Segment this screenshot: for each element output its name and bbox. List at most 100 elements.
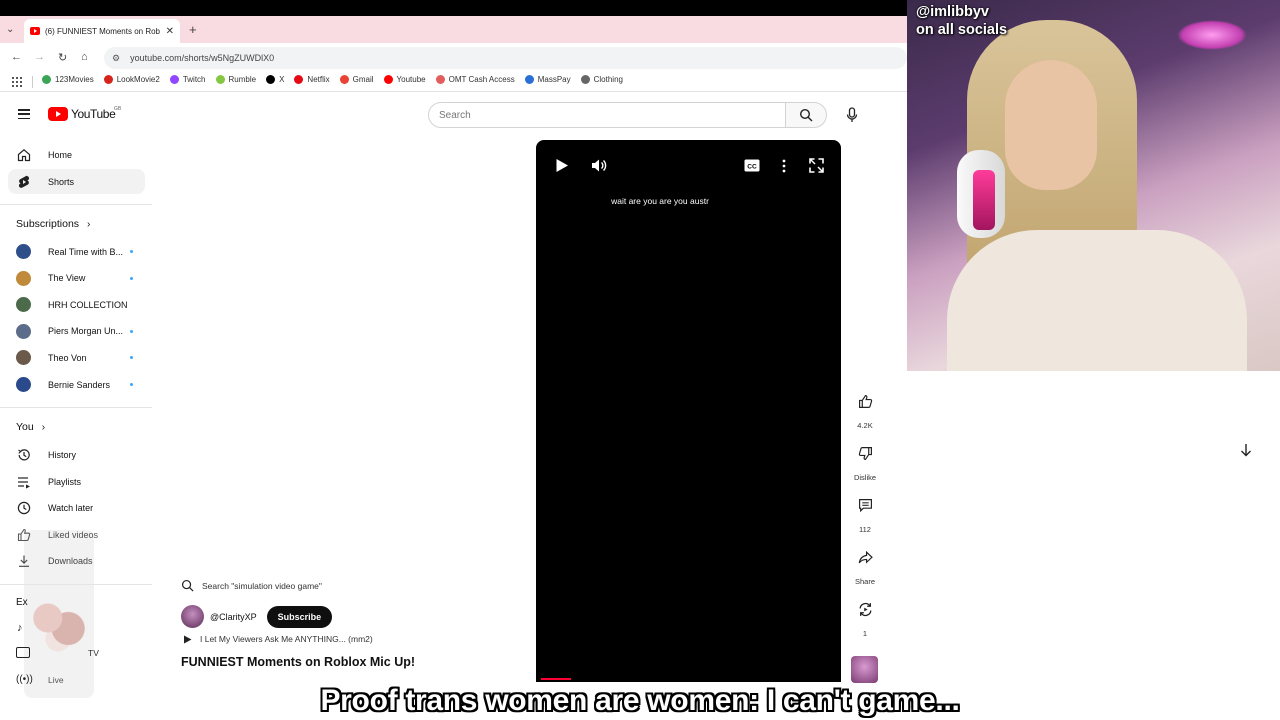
subscription-label: Real Time with B... <box>48 246 124 257</box>
subscription-label: HRH COLLECTION <box>48 299 128 310</box>
chevron-right-icon: › <box>87 218 91 230</box>
you-heading[interactable]: You › <box>16 421 45 433</box>
sidebar-item-playlists[interactable]: Playlists <box>8 469 145 494</box>
back-icon[interactable]: ← <box>11 51 22 63</box>
new-content-dot <box>130 329 133 333</box>
bookmark-item[interactable]: Rumble <box>215 75 256 84</box>
browser-tab-active[interactable]: (6) FUNNIEST Moments on Rob ✕ <box>24 19 180 43</box>
bookmark-item[interactable]: Netflix <box>294 75 330 84</box>
bookmark-item[interactable]: MassPay <box>524 75 571 84</box>
subscription-label: Piers Morgan Un... <box>48 326 124 337</box>
forward-icon[interactable]: → <box>34 51 45 63</box>
new-tab-button[interactable]: + <box>189 22 197 37</box>
captions-button[interactable]: CC <box>744 159 760 177</box>
expand-icon <box>809 158 824 173</box>
url-field[interactable]: ⚙ youtube.com/shorts/w5NgZUWDlX0 <box>104 47 907 69</box>
sidebar-label-shorts: Shorts <box>48 176 75 187</box>
remix-button[interactable] <box>851 595 879 623</box>
playlist-link[interactable]: I Let My Viewers Ask Me ANYTHING... (mm2… <box>183 634 373 644</box>
channel-name[interactable]: @ClarityXP <box>210 612 257 622</box>
sidebar-item-watch-later[interactable]: Watch later <box>8 495 145 520</box>
new-content-dot <box>130 250 133 253</box>
shorts-icon <box>18 175 30 188</box>
streamer-sweater <box>947 230 1247 371</box>
next-short-button[interactable] <box>1234 438 1258 462</box>
site-info-icon[interactable]: ⚙ <box>112 53 120 64</box>
youtube-logo[interactable]: YouTube <box>48 107 116 121</box>
close-tab-icon[interactable]: ✕ <box>166 26 174 37</box>
thumbs-up-icon <box>858 394 872 408</box>
more-vertical-icon <box>782 159 786 173</box>
sidebar-subscription-item[interactable]: HRH COLLECTION <box>8 292 145 317</box>
share-icon <box>858 550 873 564</box>
tab-list-chevron-icon[interactable]: ⌄ <box>6 24 14 35</box>
sidebar-subscription-item[interactable]: Theo Von <box>8 345 145 370</box>
bookmark-item[interactable]: Clothing <box>580 75 623 84</box>
channel-avatar <box>16 244 31 259</box>
channel-avatar <box>16 350 31 366</box>
subscribe-button[interactable]: Subscribe <box>266 605 333 628</box>
share-button[interactable] <box>851 543 879 571</box>
play-button[interactable] <box>555 158 569 178</box>
channel-avatar <box>16 323 31 339</box>
bookmark-item[interactable]: Youtube <box>383 75 426 84</box>
bookmark-item[interactable]: Twitch <box>169 75 206 84</box>
pink-lamp <box>1177 20 1247 50</box>
channel-avatar <box>16 377 31 392</box>
short-title[interactable]: FUNNIEST Moments on Roblox Mic Up! <box>181 655 415 669</box>
home-icon[interactable]: ⌂ <box>81 51 88 63</box>
rose-gift-graphic <box>24 590 92 660</box>
sidebar-item-shorts[interactable]: Shorts <box>8 169 145 194</box>
video-progress-bar[interactable] <box>541 678 571 680</box>
sidebar-subscription-item[interactable]: Real Time with B... <box>8 239 145 264</box>
reload-icon[interactable]: ↻ <box>58 51 67 64</box>
sidebar-divider <box>0 204 152 205</box>
bookmark-label: MassPay <box>537 75 571 84</box>
bookmark-label: Netflix <box>307 75 330 84</box>
guide-menu-icon[interactable] <box>18 109 30 119</box>
apps-grid-icon[interactable] <box>12 77 22 87</box>
sidebar-item-home[interactable]: Home <box>8 142 145 167</box>
svg-text:CC: CC <box>747 163 757 170</box>
sidebar-item-downloads[interactable]: Downloads <box>8 548 145 573</box>
comment-count: 112 <box>859 525 871 534</box>
volume-icon <box>592 159 607 172</box>
shorts-video-player[interactable] <box>536 140 841 682</box>
sound-thumbnail[interactable] <box>851 656 878 683</box>
more-options-button[interactable] <box>780 159 788 178</box>
sidebar-item-history[interactable]: History <box>8 442 145 467</box>
sidebar-item-liked-videos[interactable]: Liked videos <box>8 522 145 547</box>
subscriptions-heading[interactable]: Subscriptions › <box>16 218 90 230</box>
clock-icon <box>17 501 31 514</box>
movies-icon[interactable] <box>16 647 30 658</box>
search-input[interactable] <box>428 102 786 128</box>
dislike-label: Dislike <box>853 473 877 482</box>
sidebar-subscription-item[interactable]: Bernie Sanders <box>8 372 145 397</box>
streamer-handle-text: @imlibbyv on all socials <box>916 3 1007 39</box>
sidebar-subscription-item[interactable]: Piers Morgan Un... <box>8 319 145 344</box>
channel-avatar <box>16 297 31 313</box>
channel-avatar[interactable] <box>181 605 204 628</box>
download-icon <box>19 555 29 567</box>
bookmark-item[interactable]: 123Movies <box>42 75 94 84</box>
youtube-logo-icon <box>48 107 68 121</box>
music-icon[interactable]: ♪ <box>17 622 23 634</box>
share-label: Share <box>854 577 875 586</box>
fullscreen-button[interactable] <box>809 158 824 178</box>
dislike-button[interactable] <box>851 439 879 467</box>
bookmark-label: Clothing <box>593 75 623 84</box>
bookmark-item[interactable]: X <box>266 75 284 84</box>
bookmark-item[interactable]: OMT Cash Access <box>435 75 515 84</box>
bookmark-item[interactable]: LookMovie2 <box>103 75 160 84</box>
search-suggestion[interactable]: Search "simulation video game" <box>181 579 322 592</box>
voice-search-button[interactable] <box>838 101 866 129</box>
like-button[interactable] <box>851 387 879 415</box>
search-button[interactable] <box>785 102 827 128</box>
sidebar-subscription-item[interactable]: The View <box>8 266 145 291</box>
subscription-label: Bernie Sanders <box>48 379 111 390</box>
bookmark-item[interactable]: Gmail <box>339 75 374 84</box>
bookmark-label: Gmail <box>352 75 374 84</box>
comments-button[interactable] <box>851 491 879 519</box>
streamer-face <box>1005 60 1097 190</box>
volume-button[interactable] <box>591 158 608 178</box>
